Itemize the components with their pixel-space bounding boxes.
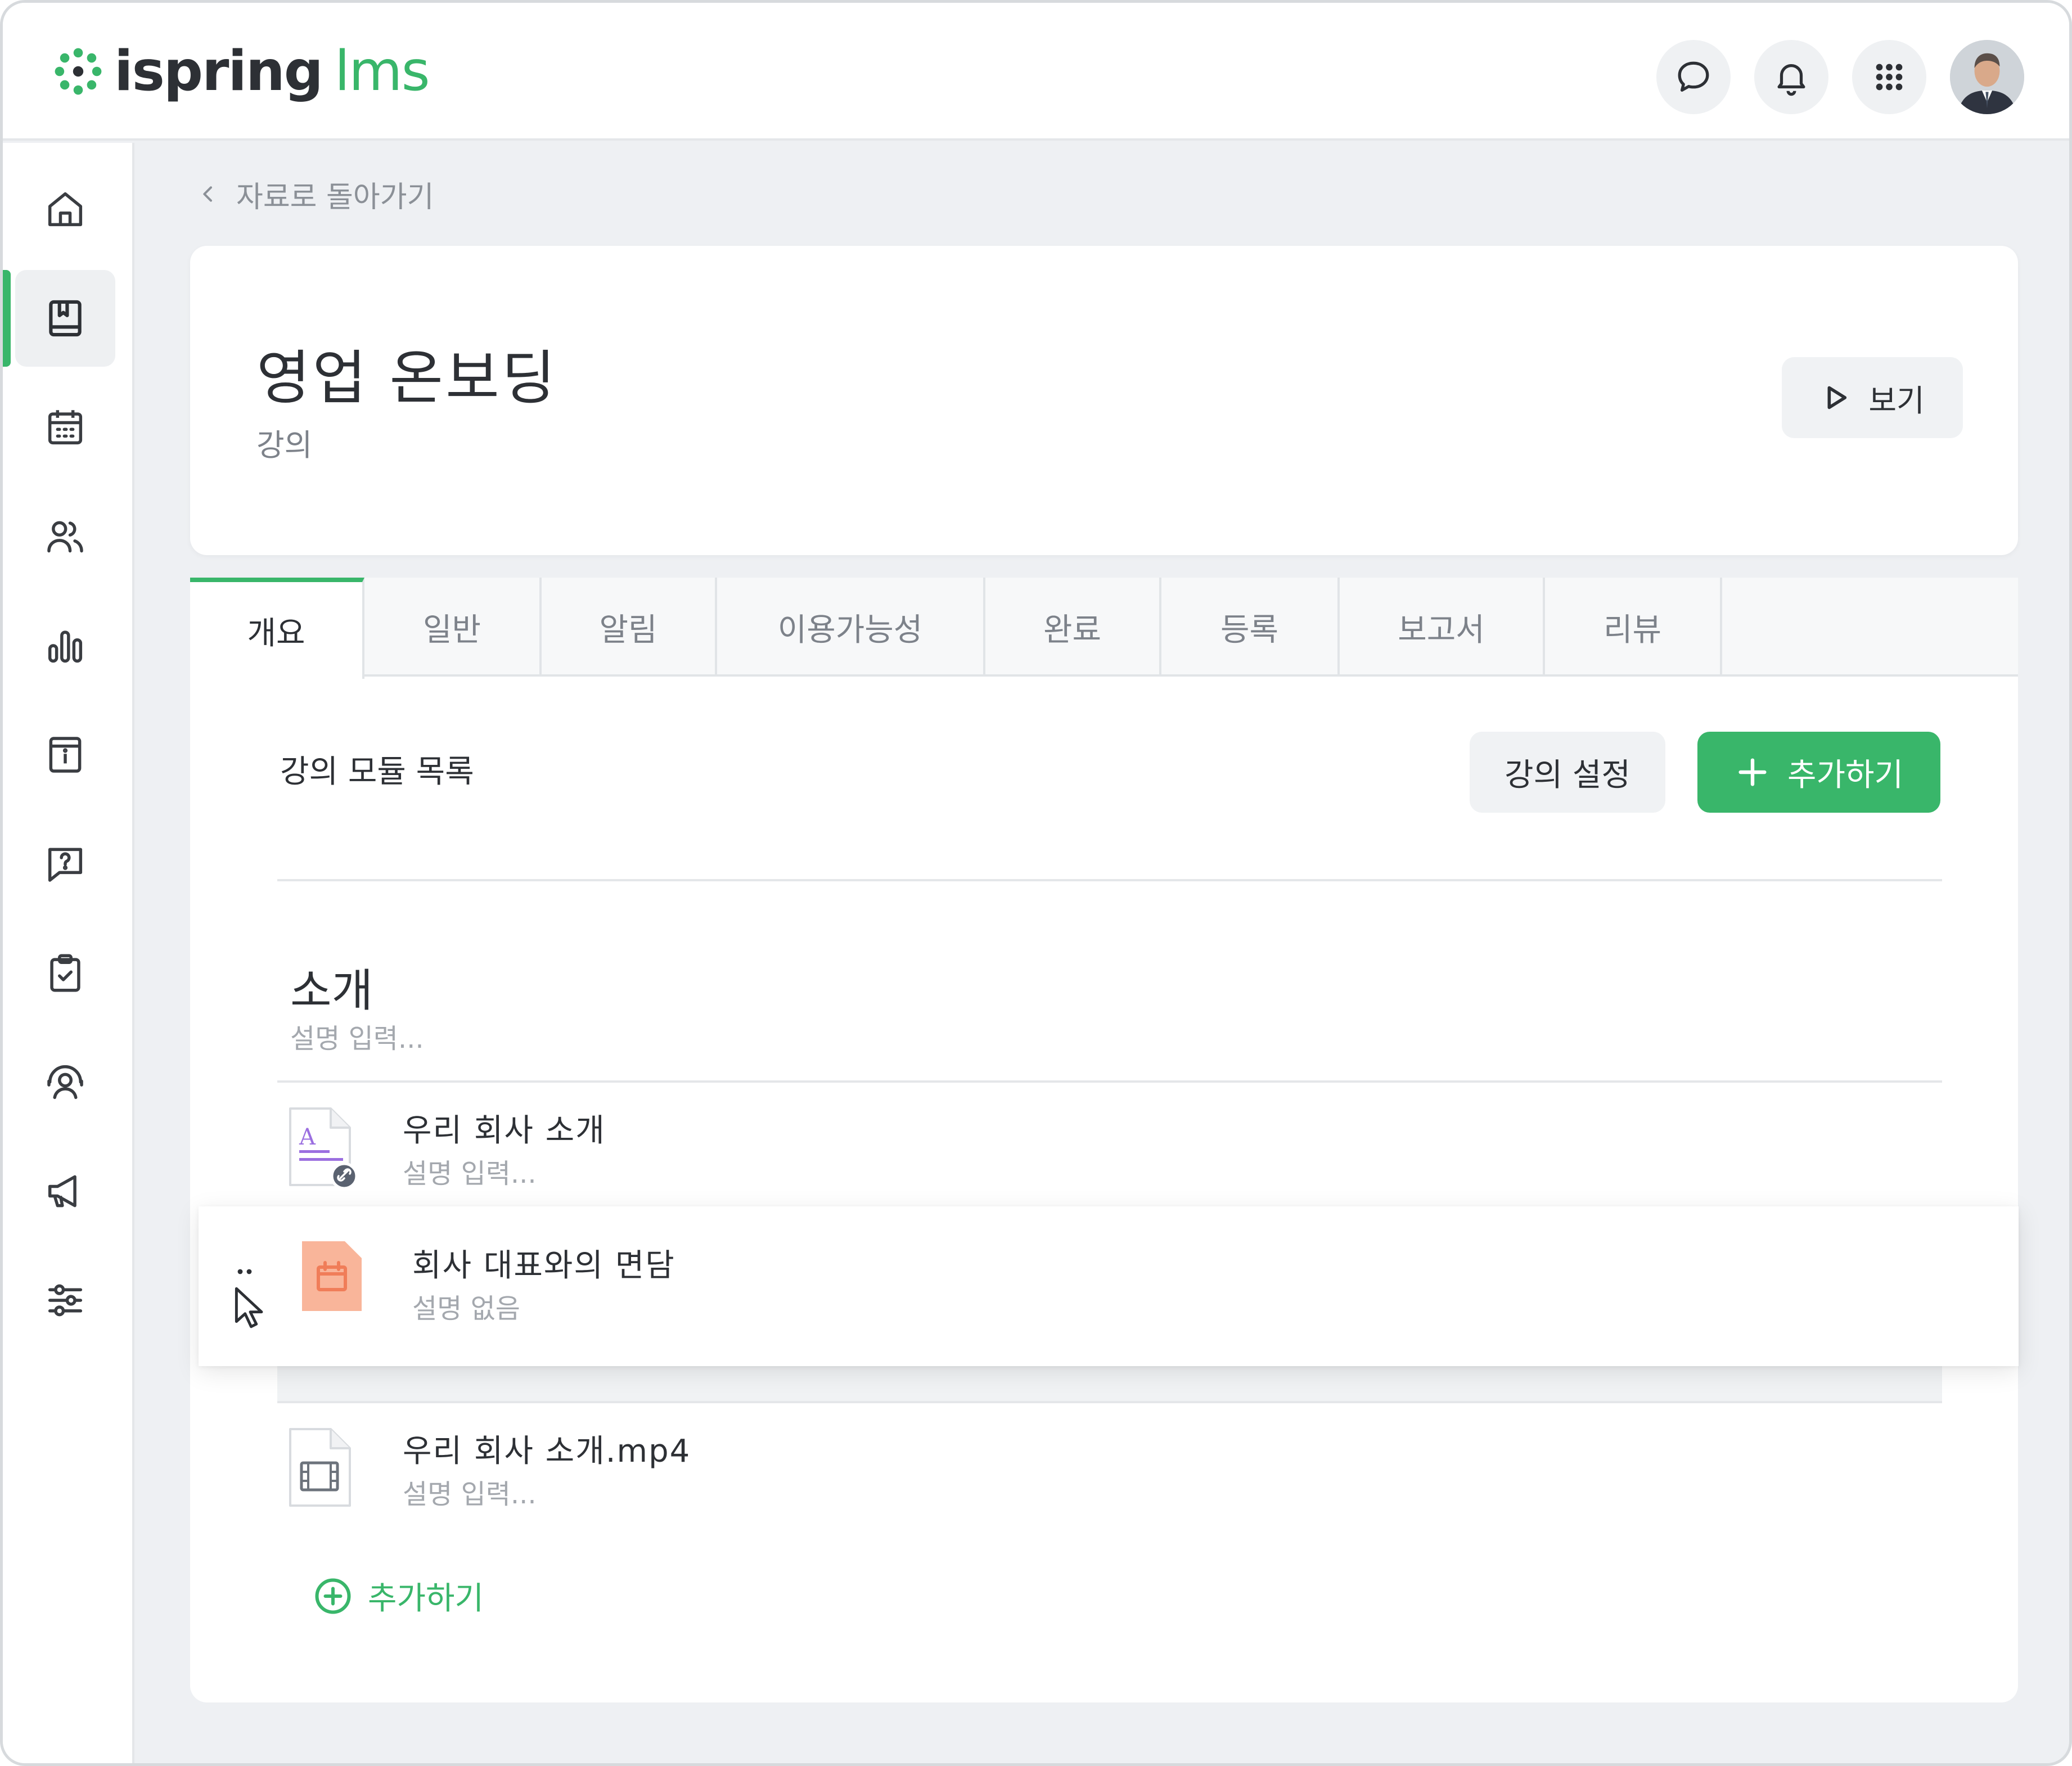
calendar-icon (48, 410, 83, 445)
tab-enrollment[interactable]: 등록 (1161, 578, 1340, 677)
sidebar-item-questions[interactable] (15, 816, 115, 912)
add-module-label: 추가하기 (1787, 756, 1904, 794)
apps-grid-icon (1876, 64, 1903, 91)
avatar-image (1950, 40, 2024, 114)
section-description[interactable]: 설명 입력... (290, 1016, 424, 1056)
cursor-icon (235, 1287, 263, 1328)
info-icon (49, 737, 82, 773)
settings-sliders-icon (48, 1284, 83, 1317)
home-icon (48, 192, 83, 227)
logo-suffix: lms (334, 39, 430, 103)
tab-availability[interactable]: 이용가능성 (717, 578, 985, 677)
back-to-content-link[interactable]: 자료로 돌아가기 (197, 172, 434, 217)
question-icon (48, 848, 83, 882)
sidebar-item-announcements[interactable] (15, 1143, 115, 1240)
sidebar-item-users[interactable] (15, 488, 115, 585)
add-item-label: 추가하기 (368, 1580, 484, 1617)
meeting-calendar-icon (302, 1241, 362, 1311)
divider (277, 879, 1942, 881)
chevron-left-icon (203, 186, 212, 202)
add-module-button[interactable]: 추가하기 (1697, 732, 1940, 813)
chat-icon (1678, 61, 1709, 92)
tab-reviews[interactable]: 리뷰 (1545, 578, 1722, 677)
play-icon (1827, 386, 1847, 409)
ispring-logo-icon (55, 48, 102, 95)
view-button-label: 보기 (1868, 382, 1925, 418)
tab-bar-filler (1722, 578, 2018, 674)
document-link-icon[interactable]: A (286, 1105, 355, 1190)
tab-notifications[interactable]: 알림 (542, 578, 717, 677)
logo-text: ispring (114, 39, 323, 103)
tab-general[interactable]: 일반 (364, 578, 542, 677)
course-title: 영업 온보딩 (256, 344, 558, 412)
module-item-description[interactable]: 설명 없음 (412, 1286, 520, 1326)
bell-icon (1777, 64, 1805, 96)
module-item-description[interactable]: 설명 입력... (403, 1472, 537, 1511)
video-file-icon[interactable] (286, 1426, 355, 1510)
module-item-title[interactable]: 회사 대표와의 면담 (412, 1240, 675, 1286)
sidebar-item-info[interactable] (15, 706, 115, 803)
tab-overview[interactable]: 개요 (190, 578, 364, 679)
apps-button[interactable] (1852, 40, 1926, 114)
module-item-description[interactable]: 설명 입력... (403, 1151, 537, 1191)
top-bar: ispring lms (3, 3, 2069, 141)
clipboard-check-icon (50, 954, 80, 992)
view-button[interactable]: 보기 (1782, 357, 1963, 438)
sidebar-item-assignments[interactable] (15, 925, 115, 1021)
divider (277, 1080, 1942, 1083)
sidebar-item-content[interactable] (15, 270, 115, 367)
reports-icon (48, 630, 83, 663)
course-body-card: 개요 일반 알림 이용가능성 완료 등록 보고서 리뷰 강의 모듈 목록 강의 … (190, 578, 2018, 1702)
sidebar-item-home[interactable] (15, 161, 115, 258)
sidebar-item-settings[interactable] (15, 1252, 115, 1349)
support-icon (47, 1065, 83, 1100)
sidebar (3, 143, 134, 1763)
book-icon (49, 300, 82, 337)
course-type: 강의 (256, 427, 313, 463)
divider (277, 1401, 1942, 1403)
drop-placeholder (277, 1366, 1942, 1401)
module-list-title: 강의 모듈 목록 (280, 754, 474, 790)
app-window: ispring lms 자료로 돌아가기 영업 온보딩 강의 보기 개요 일반 … (0, 0, 2072, 1766)
svg-text:A: A (299, 1124, 316, 1150)
module-item-title[interactable]: 우리 회사 소개 (403, 1105, 606, 1151)
user-avatar[interactable] (1950, 40, 2024, 114)
top-actions (1633, 40, 2024, 114)
back-link-label: 자료로 돌아가기 (236, 180, 434, 214)
users-icon (47, 521, 83, 553)
sidebar-item-support[interactable] (15, 1034, 115, 1130)
dragged-list-item[interactable]: 회사 대표와의 면담 설명 없음 (199, 1206, 2019, 1366)
section-title[interactable]: 소개 (290, 954, 373, 1020)
tab-completion[interactable]: 완료 (985, 578, 1161, 677)
chat-button[interactable] (1656, 40, 1731, 114)
plus-icon (1738, 758, 1767, 786)
sidebar-item-calendar[interactable] (15, 379, 115, 476)
add-item-link[interactable]: 추가하기 (313, 1573, 484, 1619)
course-settings-button[interactable]: 강의 설정 (1470, 732, 1665, 813)
module-item-title[interactable]: 우리 회사 소개.mp4 (403, 1426, 691, 1471)
sidebar-active-indicator (3, 270, 11, 367)
megaphone-icon (48, 1175, 76, 1208)
sidebar-item-reports[interactable] (15, 597, 115, 694)
tab-bar: 개요 일반 알림 이용가능성 완료 등록 보고서 리뷰 (190, 578, 2018, 679)
course-header-card: 영업 온보딩 강의 보기 (190, 246, 2018, 555)
notifications-button[interactable] (1754, 40, 1828, 114)
plus-circle-icon (315, 1578, 351, 1614)
logo[interactable]: ispring lms (52, 38, 430, 105)
tab-reports[interactable]: 보고서 (1340, 578, 1545, 677)
